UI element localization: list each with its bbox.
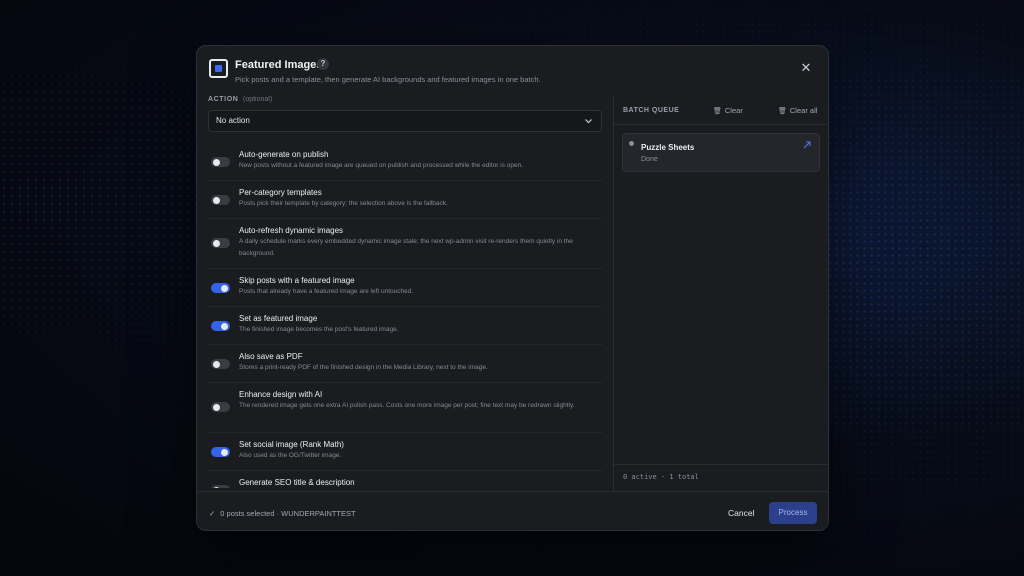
dialog-title: Featured Images	[235, 59, 323, 71]
toggle-row-per-category: Per-category templates Posts pick their …	[208, 181, 602, 219]
toggle-description: Also used as the OG/Twitter image.	[239, 452, 342, 459]
toggle-title: Set social image (Rank Math)	[239, 440, 344, 449]
clear-button[interactable]: 🗑 Clear	[713, 106, 743, 115]
toggle-description: New posts without a featured image are q…	[239, 162, 524, 169]
dialog-footer: ✓ 0 posts selected · WUNDERPAINTTEST Canc…	[197, 491, 828, 530]
toggle-description: Posts pick their template by category; t…	[239, 200, 448, 207]
batch-queue-header: BATCH QUEUE 🗑 Clear 🗑 Clear all	[614, 96, 828, 125]
chevron-down-icon	[584, 111, 593, 139]
toggle-title: Skip posts with a featured image	[239, 276, 355, 285]
toggle-switch[interactable]	[211, 195, 230, 205]
status-dot	[629, 141, 634, 146]
external-link-icon[interactable]	[803, 141, 811, 151]
cancel-button[interactable]: Cancel	[728, 508, 754, 518]
toggle-switch[interactable]	[211, 321, 230, 331]
clear-label: Clear	[724, 106, 743, 115]
toggle-title: Auto-generate on publish	[239, 150, 329, 159]
toggle-switch[interactable]	[211, 359, 230, 369]
toggle-title: Also save as PDF	[239, 352, 303, 361]
selection-status: ✓ 0 posts selected · WUNDERPAINTTEST	[209, 509, 356, 518]
dialog-header: Featured Images ? Pick posts and a templ…	[197, 46, 828, 96]
toggle-switch[interactable]	[211, 447, 230, 457]
featured-image-logo-icon	[209, 59, 228, 78]
toggle-title: Generate SEO title & description	[239, 478, 355, 487]
clear-all-label: Clear all	[789, 106, 818, 115]
toggle-switch[interactable]	[211, 485, 230, 488]
queue-summary: 0 active · 1 total	[614, 464, 828, 490]
help-icon[interactable]: ?	[317, 58, 329, 70]
action-select[interactable]: No action	[208, 110, 602, 132]
featured-images-dialog: Featured Images ? Pick posts and a templ…	[196, 45, 829, 531]
toggle-row-save-pdf: Also save as PDF Stores a print-ready PD…	[208, 345, 602, 383]
queue-item-status: Done	[641, 156, 658, 163]
toggle-switch[interactable]	[211, 402, 230, 412]
toggle-row-enhance-ai: Enhance design with AI The rendered imag…	[208, 383, 602, 433]
check-icon: ✓	[209, 509, 216, 518]
dialog-subtitle: Pick posts and a template, then generate…	[235, 75, 541, 84]
toggle-row-auto-generate: Auto-generate on publish New posts witho…	[208, 143, 602, 181]
toggle-row-social-image: Set social image (Rank Math) Also used a…	[208, 433, 602, 471]
toggle-description: A daily schedule marks every embedded dy…	[239, 238, 573, 257]
toggle-title: Auto-refresh dynamic images	[239, 226, 344, 235]
trash-icon: 🗑	[713, 108, 722, 115]
toggle-row-skip-featured: Skip posts with a featured image Posts t…	[208, 269, 602, 307]
action-label-text: ACTION	[208, 96, 239, 103]
selection-status-text: 0 posts selected · WUNDERPAINTTEST	[220, 509, 356, 518]
action-label: ACTION (optional)	[208, 96, 272, 103]
toggle-description: The finished image becomes the post's fe…	[239, 326, 399, 333]
queue-item[interactable]: Puzzle Sheets Done	[622, 133, 820, 172]
action-selected-value: No action	[216, 116, 250, 125]
toggle-row-auto-refresh: Auto-refresh dynamic images A daily sche…	[208, 219, 602, 269]
toggle-description: The rendered image gets one extra AI pol…	[239, 402, 575, 409]
toggle-row-set-featured: Set as featured image The finished image…	[208, 307, 602, 345]
batch-queue-title: BATCH QUEUE	[623, 107, 680, 114]
close-icon[interactable]: ✕	[798, 60, 814, 76]
toggle-description: Stores a print-ready PDF of the finished…	[239, 364, 488, 371]
batch-queue-pane: BATCH QUEUE 🗑 Clear 🗑 Clear all Puzzle She…	[613, 96, 828, 491]
toggle-switch[interactable]	[211, 238, 230, 248]
settings-pane: ACTION (optional) No action Auto-generat…	[197, 96, 613, 488]
toggle-description: Posts that already have a featured image…	[239, 288, 414, 295]
toggle-switch[interactable]	[211, 283, 230, 293]
toggle-title: Set as featured image	[239, 314, 318, 323]
trash-icon: 🗑	[778, 108, 787, 115]
action-optional-label: (optional)	[242, 96, 273, 103]
toggle-title: Per-category templates	[239, 188, 322, 197]
toggle-title: Enhance design with AI	[239, 390, 323, 399]
process-button[interactable]: Process	[769, 502, 817, 524]
toggle-switch[interactable]	[211, 157, 230, 167]
toggle-list: Auto-generate on publish New posts witho…	[208, 143, 602, 488]
queue-item-name: Puzzle Sheets	[641, 143, 695, 152]
clear-all-button[interactable]: 🗑 Clear all	[778, 106, 817, 115]
toggle-row-seo: Generate SEO title & description	[208, 471, 602, 488]
